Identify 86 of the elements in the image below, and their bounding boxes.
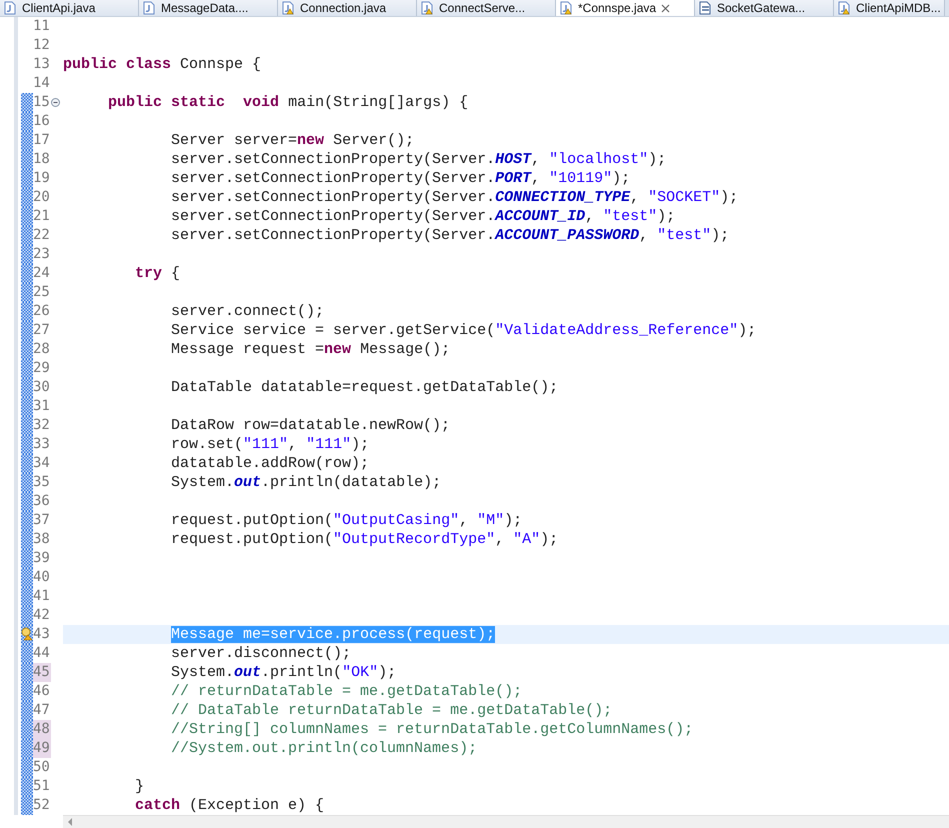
editor-tab[interactable]: ClientApi.java (0, 0, 139, 16)
code-line: // returnDataTable = me.getDataTable(); (170, 682, 522, 701)
code-line: request.putOption("OutputCasing", "M"); (170, 511, 522, 530)
line-number: 29 (33, 359, 51, 378)
line-number: 39 (33, 549, 51, 568)
collapse-icon[interactable] (51, 98, 60, 107)
warning-bulb-icon[interactable] (21, 627, 33, 641)
file-icon (282, 1, 295, 15)
line-number: 46 (33, 682, 51, 701)
line-number: 17 (33, 131, 51, 150)
line-number: 33 (33, 435, 51, 454)
file-icon (560, 1, 573, 15)
line-number: 41 (33, 587, 51, 606)
code-line: server.setConnectionProperty(Server.HOST, "localhost"); (170, 150, 666, 169)
line-number: 19 (33, 169, 51, 188)
line-number: 22 (33, 226, 51, 245)
file-icon (838, 1, 851, 15)
line-number: 37 (33, 511, 51, 530)
line-number: 16 (33, 112, 51, 131)
line-number: 52 (33, 796, 51, 815)
editor-tab[interactable]: Connection.java (278, 0, 417, 16)
line-number: 50 (33, 758, 51, 777)
editor-tab[interactable]: *Connspe.java (556, 0, 695, 16)
code-line: //String[] columnNames = returnDataTable.getColumnNames(); (170, 720, 694, 739)
line-number: 40 (33, 568, 51, 587)
code-line: request.putOption("OutputRecordType", "A"); (170, 530, 558, 549)
code-line: catch (Exception e) { (134, 796, 324, 815)
code-line: } (134, 777, 144, 796)
line-number: 25 (33, 283, 51, 302)
line-number: 36 (33, 492, 51, 511)
code-line: try { (134, 264, 180, 283)
code-line: Message request =new Message(); (170, 340, 450, 359)
line-number: 21 (33, 207, 51, 226)
line-number: 12 (33, 36, 51, 55)
line-number: 47 (33, 701, 51, 720)
line-number: 15 (33, 93, 51, 112)
line-number: 20 (33, 188, 51, 207)
line-number: 43 (33, 625, 51, 644)
line-number: 32 (33, 416, 51, 435)
line-number: 30 (33, 378, 51, 397)
line-number: 44 (33, 644, 51, 663)
editor-tab[interactable]: MessageData.... (139, 0, 278, 16)
code-line: server.setConnectionProperty(Server.CONNECTION_TYPE, "SOCKET"); (170, 188, 738, 207)
line-number: 31 (33, 397, 51, 416)
code-line: //System.out.println(columnNames); (170, 739, 478, 758)
code-line: server.setConnectionProperty(Server.ACCOUNT_PASSWORD, "test"); (170, 226, 730, 245)
code-line: server.setConnectionProperty(Server.ACCOUNT_ID, "test"); (170, 207, 676, 226)
code-line: server.disconnect(); (170, 644, 352, 663)
code-line: System.out.println(datatable); (170, 473, 442, 492)
line-number: 45 (33, 663, 51, 682)
line-number: 24 (33, 264, 51, 283)
code-line: row.set("111", "111"); (170, 435, 370, 454)
file-icon (421, 1, 434, 15)
line-number: 18 (33, 150, 51, 169)
line-number: 27 (33, 321, 51, 340)
code-line: datatable.addRow(row); (170, 454, 370, 473)
line-number: 34 (33, 454, 51, 473)
line-number: 35 (33, 473, 51, 492)
code-line: public static void main(String[]args) { (107, 93, 468, 112)
editor-tab[interactable]: ClientApiMDB... (834, 0, 945, 16)
line-number: 13 (33, 55, 51, 74)
file-icon (143, 1, 156, 15)
file-icon (4, 1, 17, 15)
code-line: // DataTable returnDataTable = me.getDataTable(); (170, 701, 612, 720)
editor-tab[interactable]: ConnectServe... (417, 0, 556, 16)
line-number: 42 (33, 606, 51, 625)
code-line: server.connect(); (170, 302, 324, 321)
file-icon (699, 1, 712, 15)
line-number: 38 (33, 530, 51, 549)
code-line: System.out.println("OK"); (170, 663, 396, 682)
line-number: 28 (33, 340, 51, 359)
code-line: DataRow row=datatable.newRow(); (170, 416, 450, 435)
code-line: Server server=new Server(); (170, 131, 414, 150)
close-icon[interactable] (661, 4, 670, 12)
code-line: Service service = server.getService("ValidateAddress_Reference"); (170, 321, 756, 340)
line-number: 26 (33, 302, 51, 321)
code-line: server.setConnectionProperty(Server.PORT, "10119"); (170, 169, 630, 188)
line-number: 51 (33, 777, 51, 796)
code-line: DataTable datatable=request.getDataTable(); (170, 378, 558, 397)
line-number: 48 (33, 720, 51, 739)
editor-tab[interactable]: SocketGatewa... (695, 0, 834, 16)
line-number: 11 (33, 17, 51, 36)
line-number: 23 (33, 245, 51, 264)
line-number: 49 (33, 739, 51, 758)
line-number: 14 (33, 74, 51, 93)
code-line: public class Connspe { (63, 55, 262, 74)
